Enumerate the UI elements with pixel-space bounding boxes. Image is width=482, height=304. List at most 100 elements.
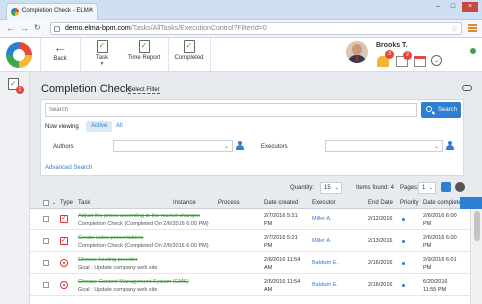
tab-title: Completion Check - ELMA bbox=[22, 8, 93, 14]
avatar[interactable] bbox=[346, 41, 368, 63]
completed-icon: ✓ bbox=[183, 40, 195, 53]
date-completed: 2/6/2016 6:00 bbox=[423, 235, 457, 241]
executors-label: Executors bbox=[261, 144, 288, 150]
browser-menu-icon[interactable] bbox=[468, 24, 477, 32]
date-completed: 2/6/2016 6:00 bbox=[423, 213, 457, 219]
advanced-search-link[interactable]: Advanced Search bbox=[45, 165, 92, 171]
column-settings-button[interactable] bbox=[460, 197, 482, 209]
row-checkbox[interactable] bbox=[43, 282, 49, 288]
grid-toolbar: Quantity: 15 ⌄ Items found: 4 Pages: 1 ⌄ bbox=[30, 182, 482, 196]
pages-value: 1 bbox=[422, 185, 426, 191]
col-date-completed[interactable]: Date completed bbox=[423, 200, 465, 206]
link-icon[interactable] bbox=[462, 85, 472, 91]
task-name[interactable]: Choose Content Management System (CMS) bbox=[78, 279, 189, 285]
search-button[interactable]: Search bbox=[421, 102, 461, 118]
end-date: 2/12/2016 bbox=[368, 216, 393, 222]
executor-link[interactable]: Baldwin E. bbox=[312, 282, 338, 289]
calendar-icon[interactable] bbox=[414, 56, 426, 67]
row-checkbox[interactable] bbox=[43, 238, 49, 244]
executor-link[interactable]: Baldwin E. bbox=[312, 260, 338, 267]
pages-label: Pages: bbox=[400, 185, 419, 191]
back-label: Back bbox=[53, 56, 67, 62]
rail-tasks-icon[interactable]: ✓ 1 bbox=[8, 78, 24, 94]
browser-titlebar: Completion Check - ELMA × – □ × bbox=[0, 0, 482, 20]
table-header: ⌄ Type Task Instance Process Date create… bbox=[30, 197, 470, 209]
items-found: Items found: 4 bbox=[356, 185, 395, 191]
task-sub: Goal : Update company web site bbox=[78, 265, 158, 271]
executors-select[interactable]: ⌄ bbox=[325, 140, 443, 152]
col-date-created[interactable]: Date created bbox=[264, 200, 298, 206]
maximize-icon[interactable]: □ bbox=[447, 2, 459, 12]
reload-icon[interactable]: ↻ bbox=[34, 23, 41, 32]
authors-label: Authors bbox=[53, 144, 74, 150]
task-name[interactable]: Adjust the prices according to the marke… bbox=[78, 213, 200, 219]
back-button[interactable]: ← Back bbox=[50, 40, 70, 62]
row-checkbox[interactable] bbox=[43, 260, 49, 266]
col-process[interactable]: Process bbox=[218, 200, 240, 206]
browser-forward-icon[interactable]: → bbox=[20, 23, 29, 33]
search-button-label: Search bbox=[437, 107, 457, 113]
priority-dot-icon bbox=[402, 240, 405, 243]
refresh-icon[interactable] bbox=[441, 182, 451, 192]
completed-button[interactable]: ✓ Completed bbox=[174, 40, 204, 61]
chevron-down-icon: ⌄ bbox=[433, 144, 439, 150]
select-all-checkbox[interactable] bbox=[43, 200, 49, 206]
executors-user-icon[interactable] bbox=[446, 141, 454, 150]
col-executor[interactable]: Executor bbox=[312, 200, 336, 206]
window-close-icon[interactable]: × bbox=[462, 2, 478, 12]
table-row[interactable]: Choose hosting provider Goal : Update co… bbox=[30, 253, 470, 274]
messages-icon[interactable]: 2 bbox=[396, 51, 412, 67]
col-priority[interactable]: Priority bbox=[400, 200, 419, 206]
gear-icon[interactable] bbox=[455, 182, 465, 192]
task-name[interactable]: Create sales presentations bbox=[78, 235, 143, 241]
end-date: 2/16/2016 bbox=[368, 282, 393, 288]
date-completed-time: PM bbox=[423, 243, 432, 249]
scrollbar-thumb[interactable] bbox=[474, 211, 480, 241]
col-end-date[interactable]: End Date bbox=[368, 200, 393, 206]
select-filter-link[interactable]: Select Filter bbox=[128, 87, 160, 94]
table-row[interactable]: Create sales presentations Completion Ch… bbox=[30, 231, 470, 252]
end-date: 2/13/2016 bbox=[368, 238, 393, 244]
chevron-down-icon: ⌄ bbox=[428, 185, 433, 191]
task-button[interactable]: ✓ Task ▼ bbox=[90, 40, 476, 67]
elma-logo[interactable] bbox=[6, 42, 32, 68]
view-all-tab[interactable]: All bbox=[116, 123, 123, 129]
task-name[interactable]: Choose hosting provider bbox=[78, 257, 138, 263]
search-input[interactable] bbox=[45, 103, 417, 117]
task-sub: Completion Check (Completed On 2/6/2016 … bbox=[78, 221, 209, 227]
executor-link[interactable]: Miller A. bbox=[312, 238, 332, 245]
vertical-scrollbar[interactable] bbox=[470, 209, 482, 304]
col-type[interactable]: Type bbox=[60, 200, 73, 206]
page-icon bbox=[54, 26, 60, 32]
time-report-label: Time Report bbox=[127, 55, 161, 61]
authors-select[interactable]: ⌄ bbox=[113, 140, 233, 152]
minimize-icon[interactable]: – bbox=[432, 2, 444, 12]
browser-back-icon[interactable]: ← bbox=[6, 23, 15, 33]
table-row[interactable]: Adjust the prices according to the marke… bbox=[30, 209, 470, 230]
tab-close-icon[interactable]: × bbox=[89, 7, 93, 14]
user-menu-chevron-icon[interactable]: ⌄ bbox=[431, 55, 442, 66]
table-row[interactable]: Choose Content Management System (CMS) G… bbox=[30, 275, 470, 296]
row-checkbox[interactable] bbox=[43, 216, 49, 222]
browser-tab[interactable]: Completion Check - ELMA × bbox=[6, 3, 98, 20]
authors-user-icon[interactable] bbox=[236, 141, 244, 150]
address-bar[interactable]: demo.elma-bpm.com/Tasks/AllTasks/Executi… bbox=[50, 22, 462, 35]
completed-label: Completed bbox=[174, 55, 204, 61]
bookmark-star-icon[interactable]: ☆ bbox=[451, 24, 458, 33]
user-name[interactable]: Brooks T. bbox=[376, 42, 408, 49]
view-active-tab[interactable]: Active bbox=[86, 121, 113, 132]
chevron-down-icon[interactable]: ⌄ bbox=[52, 200, 56, 206]
col-task[interactable]: Task bbox=[78, 200, 90, 206]
search-field[interactable] bbox=[46, 104, 416, 116]
time-report-button[interactable]: ✓ Time Report bbox=[126, 40, 162, 61]
priority-dot-icon bbox=[402, 218, 405, 221]
bell-icon[interactable]: 3 bbox=[377, 50, 394, 67]
date-completed: 2/9/2016 6:01 bbox=[423, 257, 457, 263]
end-date: 2/16/2016 bbox=[368, 260, 393, 266]
col-instance[interactable]: Instance bbox=[173, 200, 196, 206]
quantity-select[interactable]: 15 ⌄ bbox=[320, 182, 342, 194]
executor-link[interactable]: Miller A. bbox=[312, 216, 332, 223]
pages-select[interactable]: 1 ⌄ bbox=[418, 182, 436, 194]
app-toolbar: ← Back ✓ Task ▼ ✓ Time Report ✓ Complete… bbox=[0, 38, 482, 72]
quantity-value: 15 bbox=[324, 185, 331, 191]
